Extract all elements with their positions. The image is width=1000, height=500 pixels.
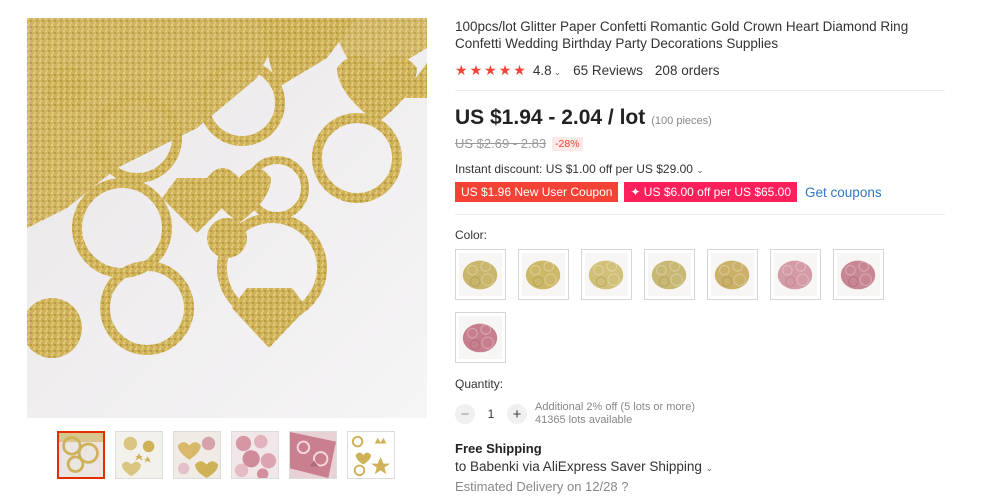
reviews-link[interactable]: 65 Reviews bbox=[573, 63, 643, 78]
instant-discount[interactable]: Instant discount: US $1.00 off per US $2… bbox=[455, 162, 955, 176]
color-swatch-gold-3[interactable] bbox=[581, 249, 632, 300]
original-price-row: US $2.69 - 2.83 -28% bbox=[455, 136, 955, 151]
rating-row: ★ ★ ★ ★ ★ 4.8 ⌄ 65 Reviews 208 orders bbox=[455, 62, 955, 78]
color-swatch-pink-3[interactable] bbox=[455, 312, 506, 363]
color-swatch-gold-5[interactable] bbox=[707, 249, 758, 300]
thumbnail-1[interactable] bbox=[57, 431, 105, 479]
price-row: US $1.94 - 2.04 / lot (100 pieces) bbox=[455, 106, 955, 130]
original-price: US $2.69 - 2.83 bbox=[455, 136, 547, 151]
quantity-value[interactable]: 1 bbox=[475, 407, 507, 421]
chevron-down-icon: ⌄ bbox=[705, 463, 714, 473]
swatch-image bbox=[711, 253, 754, 296]
star-icon: ★ bbox=[469, 62, 483, 78]
color-swatch-pink-1[interactable] bbox=[770, 249, 821, 300]
stock-available: 41365 lots available bbox=[535, 414, 633, 426]
shipping-method[interactable]: to Babenki via AliExpress Saver Shipping… bbox=[455, 459, 955, 474]
rating-number: 4.8 bbox=[532, 62, 552, 78]
new-user-coupon[interactable]: US $1.96 New User Coupon bbox=[455, 182, 619, 202]
thumbnail-4[interactable] bbox=[231, 431, 279, 479]
divider bbox=[455, 90, 945, 91]
decrease-quantity-button[interactable]: − bbox=[455, 404, 475, 424]
star-icon: ★ bbox=[484, 62, 497, 78]
color-label: Color: bbox=[455, 228, 488, 242]
swatch-image bbox=[774, 253, 817, 296]
thumbnail-5[interactable] bbox=[289, 431, 337, 479]
color-swatch-gold-2[interactable] bbox=[518, 249, 569, 300]
pieces-count: (100 pieces) bbox=[651, 115, 712, 127]
rating-stars: ★ ★ ★ ★ ★ bbox=[455, 63, 526, 77]
quantity-stepper: − 1 + Additional 2% off (5 lots or more)… bbox=[455, 401, 955, 427]
quantity-note: Additional 2% off (5 lots or more) 41365… bbox=[535, 401, 695, 427]
thumbnail-2[interactable] bbox=[115, 431, 163, 479]
discount-badge: -28% bbox=[552, 136, 583, 151]
color-swatch-gold-4[interactable] bbox=[644, 249, 695, 300]
swatch-image bbox=[522, 253, 565, 296]
star-icon: ★ bbox=[498, 62, 512, 78]
get-coupons-link[interactable]: Get coupons bbox=[805, 185, 882, 200]
coupon-row: US $1.96 New User Coupon ✦ US $6.00 off … bbox=[455, 182, 955, 202]
estimated-delivery-text: Estimated Delivery on 12/28 bbox=[455, 479, 618, 494]
bulk-discount-note: Additional 2% off (5 lots or more) bbox=[535, 401, 695, 413]
product-info: 100pcs/lot Glitter Paper Confetti Romant… bbox=[455, 18, 955, 494]
color-swatches bbox=[455, 249, 895, 363]
chevron-down-icon: ⌄ bbox=[696, 165, 704, 175]
rating-value[interactable]: 4.8 ⌄ bbox=[533, 63, 561, 78]
thumbnail-strip bbox=[57, 431, 395, 479]
store-coupon[interactable]: ✦ US $6.00 off per US $65.00 bbox=[624, 182, 798, 202]
chevron-down-icon: ⌄ bbox=[553, 66, 562, 77]
thumbnail-6[interactable] bbox=[347, 431, 395, 479]
swatch-image bbox=[837, 253, 880, 296]
swatch-image bbox=[648, 253, 691, 296]
help-icon[interactable]: ? bbox=[621, 479, 628, 494]
swatch-image bbox=[585, 253, 628, 296]
main-product-image[interactable] bbox=[27, 18, 427, 418]
instant-discount-text: Instant discount: US $1.00 off per US $2… bbox=[455, 162, 693, 176]
current-price: US $1.94 - 2.04 / lot bbox=[455, 106, 646, 129]
quantity-label: Quantity: bbox=[455, 377, 504, 391]
increase-quantity-button[interactable]: + bbox=[507, 404, 527, 424]
color-swatch-pink-2[interactable] bbox=[833, 249, 884, 300]
shipping-title: Free Shipping bbox=[455, 441, 542, 456]
product-title: 100pcs/lot Glitter Paper Confetti Romant… bbox=[455, 19, 909, 51]
star-icon: ★ bbox=[455, 62, 468, 78]
swatch-image bbox=[459, 253, 502, 296]
divider bbox=[455, 214, 945, 215]
orders-count: 208 orders bbox=[654, 62, 720, 78]
shipping-method-text: to Babenki via AliExpress Saver Shipping bbox=[455, 459, 702, 474]
color-swatch-gold-1[interactable] bbox=[455, 249, 506, 300]
star-icon: ★ bbox=[513, 62, 526, 78]
estimated-delivery: Estimated Delivery on 12/28 ? bbox=[455, 479, 955, 494]
swatch-image bbox=[459, 316, 502, 359]
thumbnail-3[interactable] bbox=[173, 431, 221, 479]
